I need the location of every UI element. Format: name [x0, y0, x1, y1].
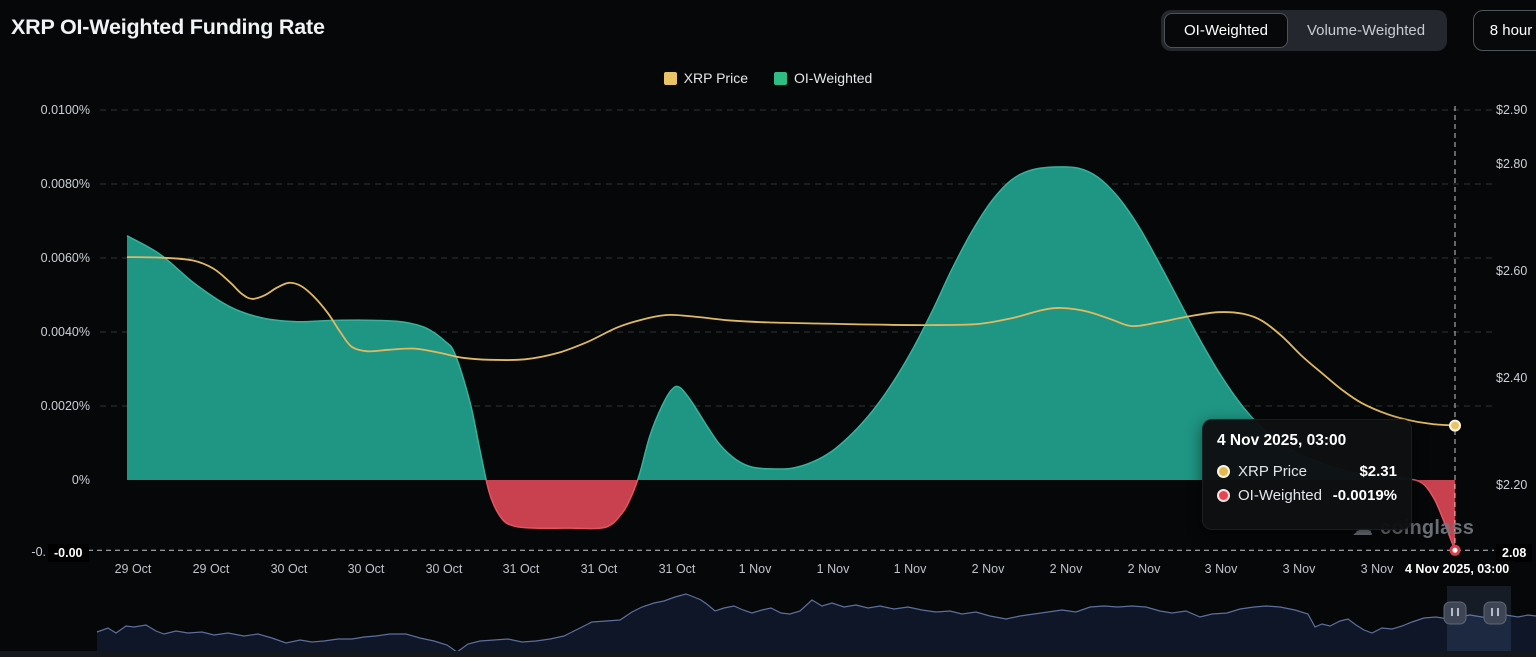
navigator-track [0, 651, 1536, 657]
tooltip-series-value: -0.0019% [1333, 487, 1397, 504]
left-axis-partial-label: -0. [0, 545, 46, 559]
tooltip-title: 4 Nov 2025, 03:00 [1217, 432, 1397, 450]
x-axis-tick: 3 Nov [1187, 562, 1255, 576]
x-axis-tick: 30 Oct [332, 562, 400, 576]
crosshair-right-badge: 2.08 [1496, 544, 1532, 562]
left-axis-tick: 0.0020% [0, 398, 90, 414]
x-axis-tick: 1 Nov [799, 562, 867, 576]
x-axis-tick: 30 Oct [255, 562, 323, 576]
x-axis-tick: 1 Nov [721, 562, 789, 576]
x-axis-tick: 2 Nov [1110, 562, 1178, 576]
x-axis-tick: 29 Oct [99, 562, 167, 576]
crosshair-x-label: 4 Nov 2025, 03:00 [1400, 561, 1514, 577]
series-dot-icon [1217, 465, 1230, 478]
right-axis-tick: $2.90 [1496, 102, 1527, 118]
left-axis-tick: 0.0040% [0, 324, 90, 340]
left-axis-tick: 0.0100% [0, 102, 90, 118]
right-axis-tick: $2.60 [1496, 263, 1527, 279]
tooltip-row: XRP Price $2.31 [1217, 463, 1397, 480]
left-axis-tick: 0% [0, 472, 90, 488]
tooltip-series-label: OI-Weighted [1238, 487, 1325, 504]
navigator-handle[interactable] [1484, 602, 1506, 624]
x-axis-tick: 31 Oct [565, 562, 633, 576]
left-axis-tick: 0.0080% [0, 176, 90, 192]
x-axis-tick: 29 Oct [177, 562, 245, 576]
left-axis-tick: 0.0060% [0, 250, 90, 266]
chart-tooltip: 4 Nov 2025, 03:00 XRP Price $2.31 OI-Weigh… [1202, 419, 1412, 530]
tooltip-rows: XRP Price $2.31 OI-Weighted -0.0019% [1217, 463, 1397, 504]
crosshair-left-badge: -0.00 [48, 544, 89, 562]
x-axis-tick: 3 Nov [1265, 562, 1333, 576]
funding-marker [1451, 546, 1459, 554]
right-axis-tick: $2.80 [1496, 156, 1527, 172]
x-axis-tick: 2 Nov [1032, 562, 1100, 576]
main-chart-canvas[interactable] [0, 0, 1536, 657]
x-axis-tick: 31 Oct [487, 562, 555, 576]
price-marker [1450, 421, 1460, 431]
right-axis-tick: $2.20 [1496, 477, 1527, 493]
funding-rate-chart-widget: XRP OI-Weighted Funding Rate OI-Weighted… [0, 0, 1536, 657]
x-axis-tick: 30 Oct [410, 562, 478, 576]
right-axis-tick: $2.40 [1496, 370, 1527, 386]
x-axis-tick: 1 Nov [876, 562, 944, 576]
navigator-handle[interactable] [1444, 602, 1466, 624]
tooltip-series-label: XRP Price [1238, 463, 1351, 480]
x-axis-tick: 2 Nov [954, 562, 1022, 576]
x-axis-tick: 31 Oct [643, 562, 711, 576]
tooltip-row: OI-Weighted -0.0019% [1217, 487, 1397, 504]
tooltip-series-value: $2.31 [1359, 463, 1397, 480]
series-dot-icon [1217, 489, 1230, 502]
